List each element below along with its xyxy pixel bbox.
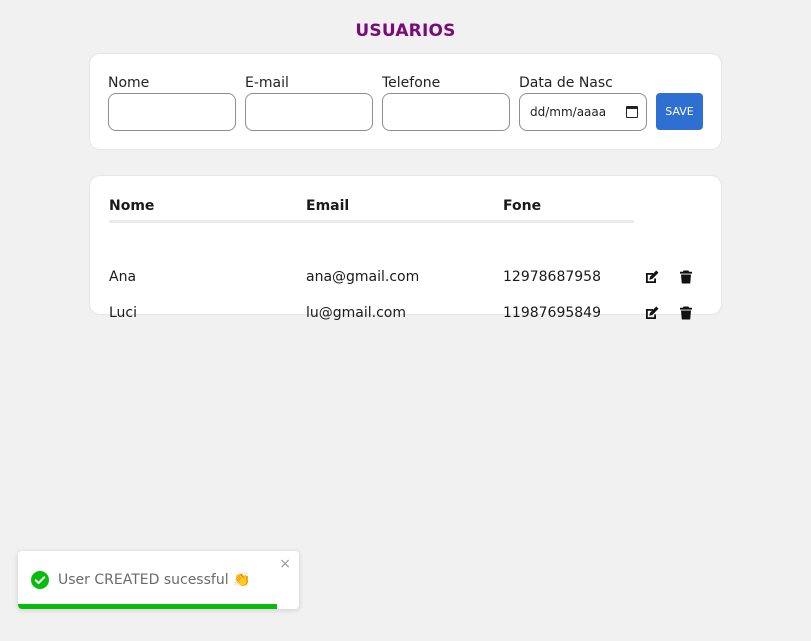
close-icon[interactable]: × [279, 557, 291, 571]
header-email: Email [306, 192, 503, 223]
table-row: Luci lu@gmail.com 11987695849 [109, 295, 704, 331]
data-nasc-field: Data de Nasc dd/mm/aaaa [519, 73, 647, 131]
edit-icon[interactable] [644, 269, 660, 285]
users-table-card: Nome Email Fone Ana ana@gmail.com 129786… [90, 176, 721, 321]
cell-email: lu@gmail.com [306, 305, 406, 321]
cell-email: ana@gmail.com [306, 269, 420, 285]
nome-field: Nome [108, 73, 236, 131]
data-nasc-input[interactable]: dd/mm/aaaa [519, 93, 647, 131]
cell-nome: Luci [109, 305, 138, 321]
check-circle-icon [31, 571, 49, 589]
table-row: Ana ana@gmail.com 12978687958 [109, 259, 704, 295]
email-input[interactable] [245, 93, 373, 131]
edit-icon[interactable] [644, 305, 660, 321]
nome-label: Nome [108, 75, 150, 91]
trash-icon[interactable] [678, 269, 694, 285]
success-toast[interactable]: User CREATED sucessful 👏 × [18, 551, 299, 609]
toast-message: User CREATED sucessful 👏 [58, 572, 251, 588]
cell-nome: Ana [109, 269, 137, 285]
calendar-icon[interactable] [626, 106, 638, 118]
toast-progress-bar [18, 604, 277, 609]
save-button[interactable]: SAVE [656, 93, 703, 130]
user-form: Nome E-mail Telefone Data de Nasc dd/mm/… [90, 54, 721, 149]
header-fone: Fone [503, 192, 634, 223]
cell-fone: 12978687958 [503, 269, 601, 285]
data-nasc-label: Data de Nasc [519, 75, 613, 91]
nome-input[interactable] [108, 93, 236, 131]
header-actions [634, 192, 704, 223]
date-placeholder: dd/mm/aaaa [530, 105, 607, 119]
page-title: USUARIOS [355, 21, 456, 41]
email-field: E-mail [245, 73, 373, 131]
cell-actions [634, 259, 704, 295]
users-table: Nome Email Fone Ana ana@gmail.com 129786… [109, 192, 704, 331]
cell-actions [634, 295, 704, 331]
cell-fone: 11987695849 [503, 305, 601, 321]
telefone-field: Telefone [382, 73, 510, 131]
trash-icon[interactable] [678, 305, 694, 321]
table-header-row: Nome Email Fone [109, 192, 704, 223]
header-nome: Nome [109, 192, 306, 223]
email-label: E-mail [245, 75, 289, 91]
telefone-input[interactable] [382, 93, 510, 131]
telefone-label: Telefone [382, 75, 441, 91]
